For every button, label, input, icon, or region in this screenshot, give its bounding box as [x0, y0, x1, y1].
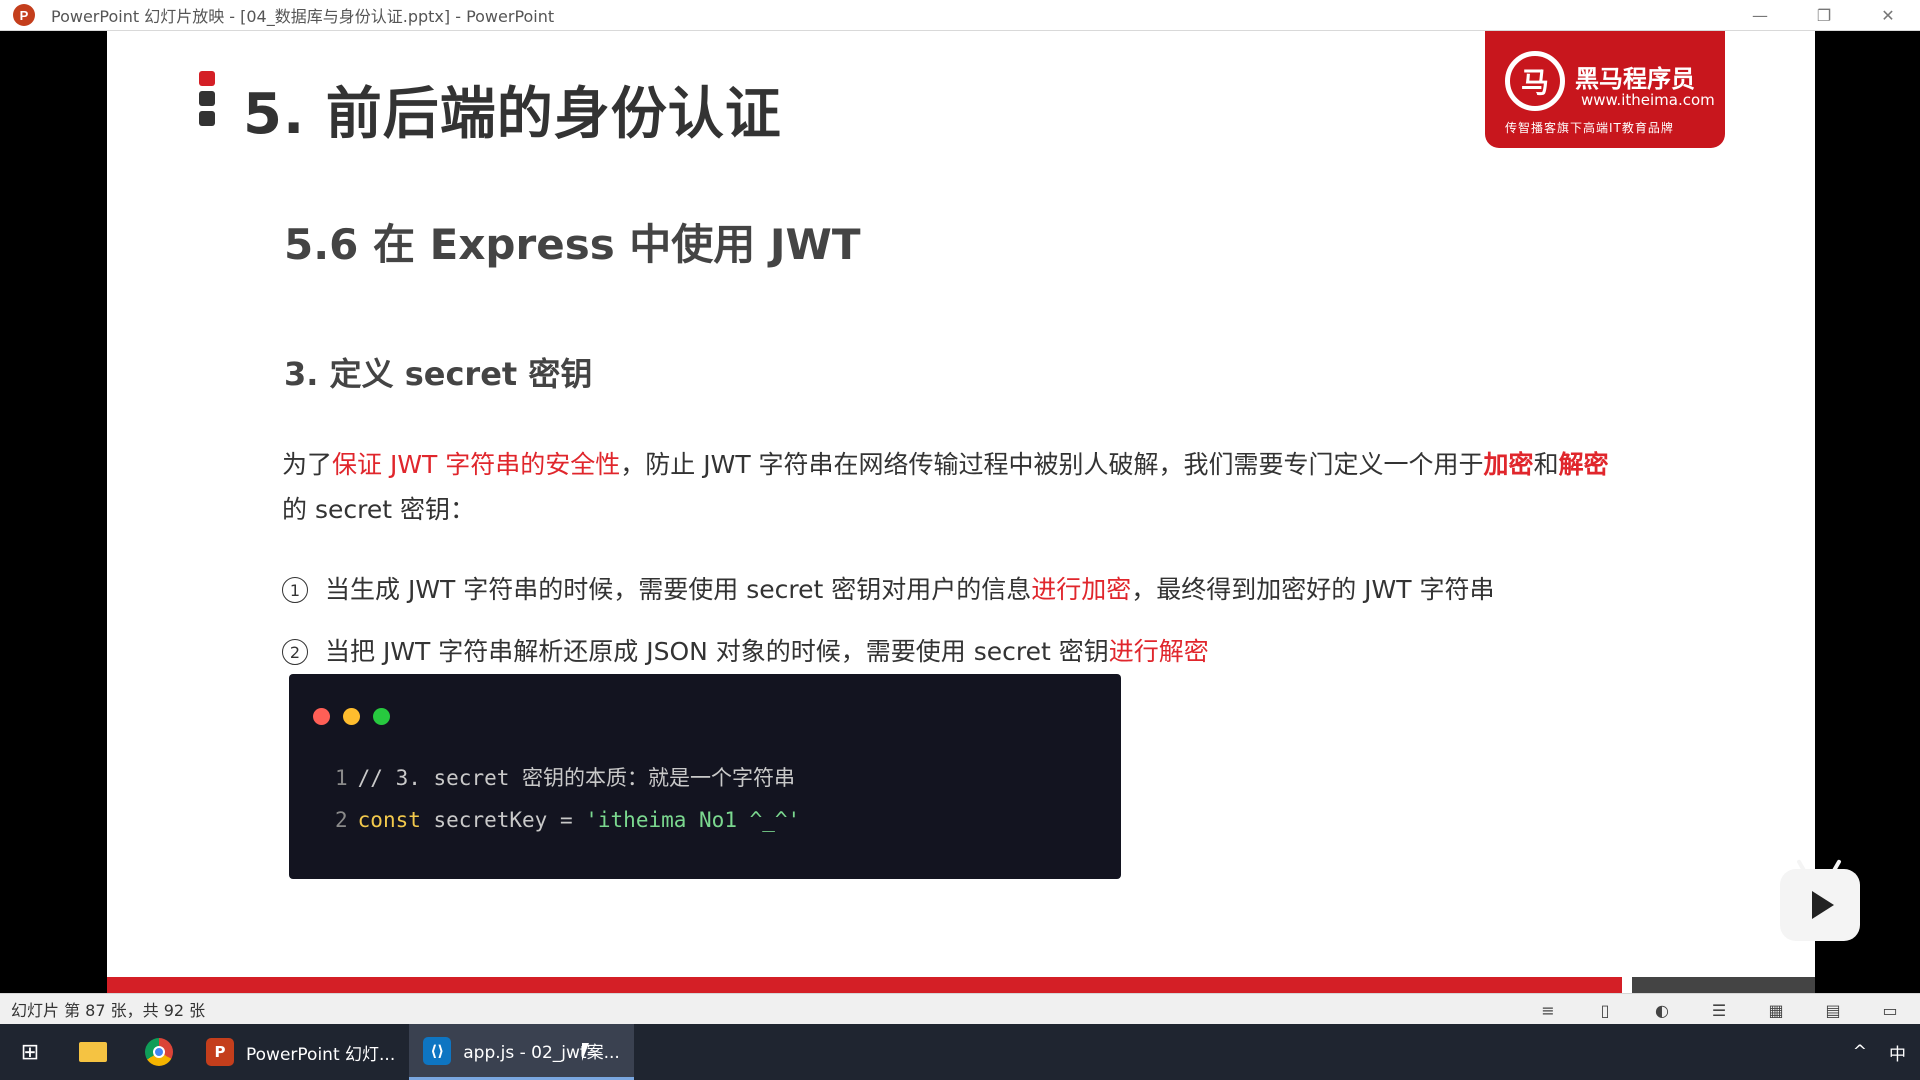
slide-sorter-icon[interactable]: ▦: [1756, 999, 1796, 1021]
logo-url: www.itheima.com: [1581, 91, 1715, 109]
slide-counter: 幻灯片 第 87 张，共 92 张: [11, 1001, 206, 1020]
status-bar: 幻灯片 第 87 张，共 92 张 ≡ ▯ ◐ ☰ ▦ ▤ ▭: [0, 993, 1920, 1024]
circled-number: 2: [282, 639, 308, 665]
reading-view-icon[interactable]: ▤: [1813, 999, 1853, 1021]
comments-icon[interactable]: ▯: [1585, 999, 1625, 1021]
powerpoint-icon: P: [13, 4, 35, 26]
para-highlight: 保证 JWT 字符串的安全性: [332, 450, 621, 479]
mouse-cursor-icon: [582, 1043, 589, 1061]
brand-logo: 马 黑马程序员 www.itheima.com 传智播客旗下高端IT教育品牌: [1485, 31, 1725, 148]
line-number: 2: [335, 808, 348, 832]
para-keyword-decrypt: 解密: [1558, 450, 1609, 479]
code-line: 2 const secretKey = 'itheima No1 ^_^': [335, 808, 800, 832]
vscode-icon: ⟨⟩: [423, 1036, 452, 1065]
minimize-button[interactable]: —: [1728, 0, 1792, 31]
section-subtitle: 5.6 在 Express 中使用 JWT: [284, 220, 861, 269]
windows-start-button[interactable]: ⊞: [0, 1024, 60, 1080]
list-item: 1 当生成 JWT 字符串的时候，需要使用 secret 密钥对用户的信息进行加…: [282, 570, 1495, 606]
title-marker-icon: [199, 71, 215, 131]
slide[interactable]: 5. 前后端的身份认证 马 黑马程序员 www.itheima.com 传智播客…: [107, 31, 1815, 993]
window-titlebar: P PowerPoint 幻灯片放映 - [04_数据库与身份认证.pptx] …: [0, 0, 1920, 31]
taskbar-app-powerpoint[interactable]: P PowerPoint 幻灯...: [192, 1024, 409, 1080]
slide-footer-bar: [107, 977, 1622, 993]
red-dot-icon: [313, 708, 330, 725]
code-line: 1 // 3. secret 密钥的本质：就是一个字符串: [335, 762, 795, 792]
restore-button[interactable]: ❐: [1792, 0, 1856, 31]
taskbar-app-label: app.js - 02_jwt案...: [463, 1043, 620, 1063]
code-keyword: const: [357, 808, 421, 832]
code-block: 1 // 3. secret 密钥的本质：就是一个字符串 2 const secre…: [289, 674, 1121, 879]
outline-view-icon[interactable]: ☰: [1699, 999, 1739, 1021]
slideshow-stage: 5. 前后端的身份认证 马 黑马程序员 www.itheima.com 传智播客…: [0, 31, 1920, 993]
slideshow-icon[interactable]: ▭: [1870, 999, 1910, 1021]
green-dot-icon: [373, 708, 390, 725]
item-text: 当把 JWT 字符串解析还原成 JSON 对象的时候，需要使用 secret 密…: [325, 637, 1109, 666]
item-text: ，最终得到加密好的 JWT 字符串: [1131, 575, 1495, 604]
taskbar-app-label: PowerPoint 幻灯...: [246, 1044, 396, 1065]
item-highlight: 进行解密: [1108, 637, 1209, 666]
item-text: 当生成 JWT 字符串的时候，需要使用 secret 密钥对用户的信息: [325, 575, 1032, 604]
powerpoint-icon: P: [206, 1038, 234, 1066]
para-keyword-encrypt: 加密: [1483, 450, 1534, 479]
circled-number: 1: [282, 577, 308, 603]
item-highlight: 进行加密: [1031, 575, 1132, 604]
view-buttons: ≡ ▯ ◐ ☰ ▦ ▤ ▭: [1511, 999, 1910, 1021]
point-title: 3. 定义 secret 密钥: [284, 355, 593, 393]
taskbar: ⊞ P PowerPoint 幻灯... ⟨⟩ app.js - 02_jwt案…: [0, 1024, 1920, 1080]
logo-slogan: 传智播客旗下高端IT教育品牌: [1505, 121, 1674, 135]
window-title: PowerPoint 幻灯片放映 - [04_数据库与身份认证.pptx] - …: [51, 7, 555, 26]
para-text: 和: [1533, 450, 1559, 479]
chrome-icon[interactable]: [126, 1024, 192, 1080]
window-controls: — ❐ ✕: [1728, 0, 1920, 31]
code-comment: // 3. secret 密钥的本质：就是一个字符串: [357, 766, 796, 790]
code-plain: secretKey =: [420, 808, 586, 832]
tray-chevron-icon[interactable]: ^: [1853, 1042, 1867, 1062]
video-play-button[interactable]: [1780, 859, 1860, 941]
slide-title: 5. 前后端的身份认证: [243, 82, 782, 147]
list-item: 2 当把 JWT 字符串解析还原成 JSON 对象的时候，需要使用 secret…: [282, 632, 1209, 668]
intro-paragraph: 为了保证 JWT 字符串的安全性，防止 JWT 字符串在网络传输过程中被别人破解…: [282, 442, 1702, 532]
para-text: 的 secret 密钥：: [282, 495, 475, 524]
para-text: ，防止 JWT 字符串在网络传输过程中被别人破解，我们需要专门定义一个用于: [620, 450, 1484, 479]
close-button[interactable]: ✕: [1856, 0, 1920, 31]
line-number: 1: [335, 766, 348, 790]
file-explorer-icon[interactable]: [60, 1024, 126, 1080]
normal-view-icon[interactable]: ◐: [1642, 999, 1682, 1021]
slide-footer-bar-dark: [1632, 977, 1815, 993]
play-icon: [1812, 891, 1834, 919]
notes-icon[interactable]: ≡: [1528, 999, 1568, 1021]
code-string: 'itheima No1 ^_^': [585, 808, 801, 832]
ime-indicator[interactable]: 中: [1889, 1040, 1906, 1065]
taskbar-app-vscode[interactable]: ⟨⟩ app.js - 02_jwt案...: [409, 1024, 634, 1080]
logo-name: 黑马程序员: [1575, 65, 1695, 93]
system-tray: ^ 中: [1831, 1024, 1906, 1080]
yellow-dot-icon: [343, 708, 360, 725]
logo-mark-icon: 马: [1505, 51, 1565, 111]
para-text: 为了: [282, 450, 333, 479]
